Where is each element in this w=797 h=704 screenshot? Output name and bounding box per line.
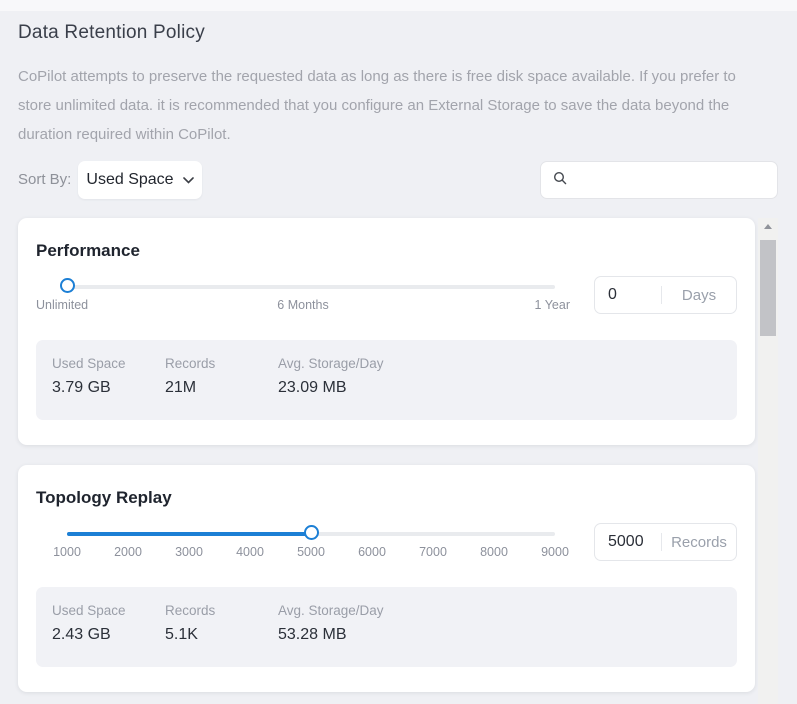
stat-used-space: Used Space 3.79 GB: [52, 356, 165, 420]
page-title: Data Retention Policy: [18, 22, 205, 44]
slider-label-mid: 6 Months: [277, 298, 328, 312]
stat-value: 21M: [165, 379, 278, 397]
retention-records-input[interactable]: [595, 533, 661, 551]
page-description: CoPilot attempts to preserve the request…: [18, 62, 766, 149]
stat-label: Avg. Storage/Day: [278, 603, 721, 618]
tick-label: 2000: [114, 545, 142, 559]
performance-slider: Unlimited 6 Months 1 Year: [36, 273, 570, 314]
card-performance: Performance Unlimited 6 Months 1 Year Da…: [18, 218, 755, 445]
tick-label: 8000: [480, 545, 508, 559]
slider-handle[interactable]: [304, 525, 319, 540]
card-topology-replay: Topology Replay 1000 2000 3000 4000 5000…: [18, 465, 755, 692]
chevron-down-icon: [183, 171, 194, 189]
slider-label-min: Unlimited: [36, 298, 88, 312]
stat-value: 3.79 GB: [52, 379, 165, 397]
slider-handle[interactable]: [60, 278, 75, 293]
retention-days-input-group: Days: [594, 276, 737, 314]
stat-value: 5.1K: [165, 626, 278, 644]
tick-label: 6000: [358, 545, 386, 559]
stats-panel: Used Space 3.79 GB Records 21M Avg. Stor…: [36, 340, 737, 420]
slider-tick-labels: 1000 2000 3000 4000 5000 6000 7000 8000 …: [67, 545, 555, 561]
search-input[interactable]: [567, 172, 777, 188]
tick-label: 5000: [297, 545, 325, 559]
tick-label: 3000: [175, 545, 203, 559]
stat-value: 53.28 MB: [278, 626, 721, 644]
retention-records-input-group: Records: [594, 523, 737, 561]
input-unit-label: Days: [662, 287, 736, 304]
stat-label: Used Space: [52, 356, 165, 371]
slider-track-fill: [67, 532, 311, 536]
sort-by-label: Sort By:: [18, 161, 71, 199]
tick-label: 1000: [53, 545, 81, 559]
top-band: [0, 0, 797, 11]
stat-used-space: Used Space 2.43 GB: [52, 603, 165, 667]
slider-labels: Unlimited 6 Months 1 Year: [36, 298, 570, 314]
retention-days-input[interactable]: [595, 286, 661, 304]
scrollbar-thumb[interactable]: [760, 240, 776, 336]
stat-value: 2.43 GB: [52, 626, 165, 644]
sort-by-selected-value: Used Space: [86, 171, 173, 189]
search-box[interactable]: [540, 161, 778, 199]
scrollbar-up-arrow[interactable]: [758, 218, 778, 234]
tick-label: 4000: [236, 545, 264, 559]
stat-value: 23.09 MB: [278, 379, 721, 397]
tick-label: 7000: [419, 545, 447, 559]
stat-records: Records 5.1K: [165, 603, 278, 667]
sort-by-dropdown[interactable]: Used Space: [78, 161, 202, 199]
slider-label-max: 1 Year: [535, 298, 570, 312]
triangle-up-icon: [764, 224, 772, 229]
stat-label: Records: [165, 603, 278, 618]
stat-label: Records: [165, 356, 278, 371]
stat-label: Used Space: [52, 603, 165, 618]
input-unit-label: Records: [662, 534, 736, 551]
stat-label: Avg. Storage/Day: [278, 356, 721, 371]
slider-track[interactable]: [67, 285, 555, 289]
card-title: Topology Replay: [36, 487, 737, 508]
tick-label: 9000: [541, 545, 569, 559]
stat-avg-storage: Avg. Storage/Day 53.28 MB: [278, 603, 721, 667]
card-title: Performance: [36, 240, 737, 261]
stat-avg-storage: Avg. Storage/Day 23.09 MB: [278, 356, 721, 420]
stats-panel: Used Space 2.43 GB Records 5.1K Avg. Sto…: [36, 587, 737, 667]
scrollbar[interactable]: [758, 218, 778, 704]
stat-records: Records 21M: [165, 356, 278, 420]
search-icon: [553, 171, 567, 190]
topology-slider: 1000 2000 3000 4000 5000 6000 7000 8000 …: [36, 520, 570, 561]
